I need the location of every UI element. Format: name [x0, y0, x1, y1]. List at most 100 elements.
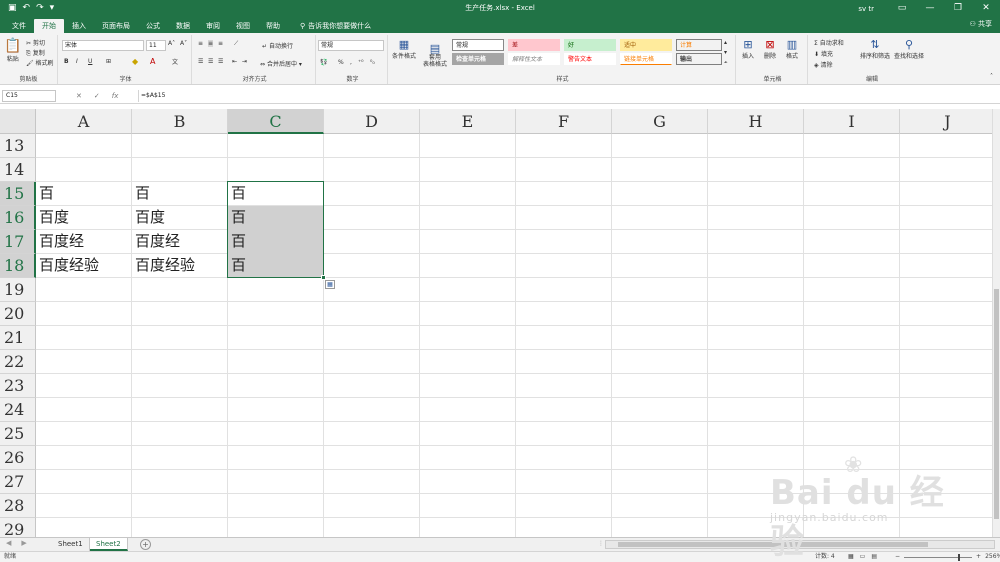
row-header-29[interactable]: 29: [0, 518, 36, 537]
redo-icon[interactable]: ↷: [36, 0, 44, 17]
undo-icon[interactable]: ↶: [23, 0, 31, 17]
next-sheet-icon[interactable]: ▶: [21, 539, 26, 547]
fill-button[interactable]: ⬇ 填充: [814, 49, 833, 58]
align-left-icon[interactable]: ☰: [198, 58, 203, 65]
row-header-13[interactable]: 13: [0, 134, 36, 158]
tab-formulas[interactable]: 公式: [138, 19, 168, 33]
sheet-tab-sheet1[interactable]: Sheet1: [52, 538, 90, 551]
cell-style-item[interactable]: 解释性文本: [508, 53, 560, 65]
row-header-22[interactable]: 22: [0, 350, 36, 374]
accounting-icon[interactable]: 💱: [320, 59, 327, 66]
tab-data[interactable]: 数据: [168, 19, 198, 33]
font-color-icon[interactable]: A: [150, 57, 155, 66]
column-header-a[interactable]: A: [36, 109, 132, 134]
vertical-scrollbar[interactable]: [992, 109, 1000, 537]
row-header-18[interactable]: 18: [0, 254, 36, 278]
shrink-font-icon[interactable]: A˅: [180, 40, 187, 47]
row-header-15[interactable]: 15: [0, 182, 36, 206]
wen-icon[interactable]: 文: [172, 57, 178, 66]
cell-a18[interactable]: 百度经验: [36, 254, 132, 278]
vertical-scroll-thumb[interactable]: [994, 289, 999, 519]
orientation-icon[interactable]: ⟋: [234, 40, 238, 48]
insert-cells-button[interactable]: ⊞ 插入: [742, 38, 754, 60]
cell-a16[interactable]: 百度: [36, 206, 132, 230]
row-header-24[interactable]: 24: [0, 398, 36, 422]
cell-a15[interactable]: 百: [36, 182, 132, 206]
column-header-h[interactable]: H: [708, 109, 804, 134]
gallery-more-icon[interactable]: ⩡: [724, 59, 727, 67]
name-box[interactable]: C15: [2, 90, 56, 102]
tab-review[interactable]: 审阅: [198, 19, 228, 33]
border-icon[interactable]: ⊞: [106, 58, 111, 65]
zoom-in-icon[interactable]: +: [976, 552, 981, 562]
grow-font-icon[interactable]: A˄: [168, 40, 175, 47]
minimize-icon[interactable]: —: [916, 0, 944, 17]
format-cells-button[interactable]: ▥ 格式: [786, 38, 798, 60]
find-select-button[interactable]: ⚲ 查找和选择: [894, 38, 924, 60]
gallery-up-icon[interactable]: ▴: [724, 39, 727, 46]
cell-style-item[interactable]: 输出: [676, 53, 722, 65]
column-header-e[interactable]: E: [420, 109, 516, 134]
column-header-i[interactable]: I: [804, 109, 900, 134]
ribbon-display-icon[interactable]: ▭: [888, 0, 916, 17]
row-header-26[interactable]: 26: [0, 446, 36, 470]
cell-a17[interactable]: 百度经: [36, 230, 132, 254]
row-header-20[interactable]: 20: [0, 302, 36, 326]
sort-filter-button[interactable]: ⇅ 排序和筛选: [860, 38, 890, 60]
align-right-icon[interactable]: ☰: [218, 58, 223, 65]
indent-decrease-icon[interactable]: ⇤: [232, 58, 237, 65]
row-header-27[interactable]: 27: [0, 470, 36, 494]
cell-b18[interactable]: 百度经验: [132, 254, 228, 278]
column-header-j[interactable]: J: [900, 109, 992, 134]
paste-button[interactable]: 📋 粘贴: [4, 38, 21, 63]
clear-button[interactable]: ◈ 清除: [814, 60, 833, 69]
delete-cells-button[interactable]: ⊠ 删除: [764, 38, 776, 60]
format-as-table-button[interactable]: ▤ 套用 表格格式: [422, 38, 448, 75]
format-painter-button[interactable]: 🖌 格式刷: [26, 58, 54, 67]
row-header-16[interactable]: 16: [0, 206, 36, 230]
tab-page-layout[interactable]: 页面布局: [94, 19, 138, 33]
cell-style-item[interactable]: 适中: [620, 39, 672, 51]
add-sheet-icon[interactable]: +: [140, 539, 151, 550]
indent-increase-icon[interactable]: ⇥: [242, 58, 247, 65]
zoom-level[interactable]: 256%: [985, 552, 1000, 562]
column-header-b[interactable]: B: [132, 109, 228, 134]
font-size-select[interactable]: 11: [146, 40, 166, 51]
merge-center-button[interactable]: ⇔ 合并后居中 ▾: [260, 59, 302, 68]
number-format-select[interactable]: 常规: [318, 40, 384, 51]
column-header-c[interactable]: C: [228, 109, 324, 134]
column-header-f[interactable]: F: [516, 109, 612, 134]
column-header-g[interactable]: G: [612, 109, 708, 134]
cell-style-item[interactable]: 警告文本: [564, 53, 616, 65]
tell-me-box[interactable]: ⚲ 告诉我你想要做什么: [300, 19, 371, 33]
conditional-format-button[interactable]: ▦ 条件格式: [392, 38, 416, 60]
auto-fill-options-icon[interactable]: ▦: [325, 280, 335, 289]
autosum-button[interactable]: Σ 自动求和: [814, 38, 844, 47]
cell-style-item[interactable]: 常规: [452, 39, 504, 51]
cell-style-item[interactable]: 计算: [676, 39, 722, 51]
row-header-14[interactable]: 14: [0, 158, 36, 182]
tab-home[interactable]: 开始: [34, 19, 64, 33]
align-center-icon[interactable]: ☰: [208, 58, 213, 65]
cell-b17[interactable]: 百度经: [132, 230, 228, 254]
share-button[interactable]: ⚇ 共享: [969, 19, 992, 29]
cell-style-item[interactable]: 链接单元格: [620, 53, 672, 65]
cell-style-item[interactable]: 差: [508, 39, 560, 51]
save-icon[interactable]: ▣: [8, 0, 17, 17]
cell-style-item[interactable]: 好: [564, 39, 616, 51]
percent-icon[interactable]: %: [338, 59, 344, 66]
italic-button[interactable]: I: [76, 58, 78, 65]
row-header-19[interactable]: 19: [0, 278, 36, 302]
row-header-21[interactable]: 21: [0, 326, 36, 350]
enter-icon[interactable]: ✓: [94, 90, 100, 102]
bold-button[interactable]: B: [64, 58, 69, 65]
comma-icon[interactable]: ,: [350, 59, 352, 66]
align-top-icon[interactable]: ≡: [198, 40, 203, 47]
prev-sheet-icon[interactable]: ◀: [6, 539, 11, 547]
row-header-17[interactable]: 17: [0, 230, 36, 254]
row-header-23[interactable]: 23: [0, 374, 36, 398]
cell-style-item[interactable]: 检查单元格: [452, 53, 504, 65]
row-header-28[interactable]: 28: [0, 494, 36, 518]
cut-button[interactable]: ✂ 剪切: [26, 38, 45, 47]
underline-button[interactable]: U: [88, 58, 92, 65]
